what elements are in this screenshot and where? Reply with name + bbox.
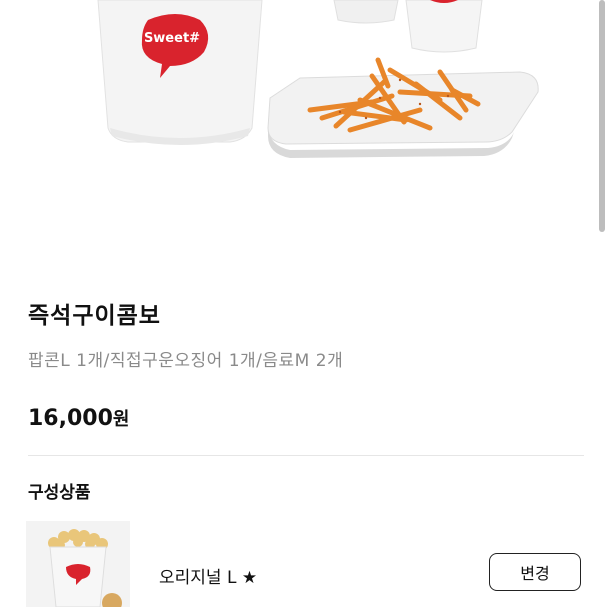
product-price: 16,000원 [28,405,129,431]
change-button[interactable]: 변경 [489,553,581,591]
price-amount: 16,000 [28,406,113,431]
product-description: 팝콘L 1개/직접구운오징어 1개/음료M 2개 [28,351,344,371]
divider [28,455,584,456]
components-section-title: 구성상품 [28,483,91,503]
product-title: 즉석구이콤보 [28,303,161,329]
item-thumbnail [26,521,130,607]
cup-logo-text: Sweet# [144,31,200,46]
side-snack [102,593,122,607]
combo-photo: Sweet# [97,0,539,158]
item-name: 오리지널 L ★ [159,568,258,588]
drink-cup-small [333,0,399,24]
scrollbar[interactable] [599,0,605,232]
drink-cup [405,0,483,53]
popcorn-bucket-image [48,529,122,607]
hero-image: Sweet# [0,0,600,268]
price-unit: 원 [112,409,130,430]
